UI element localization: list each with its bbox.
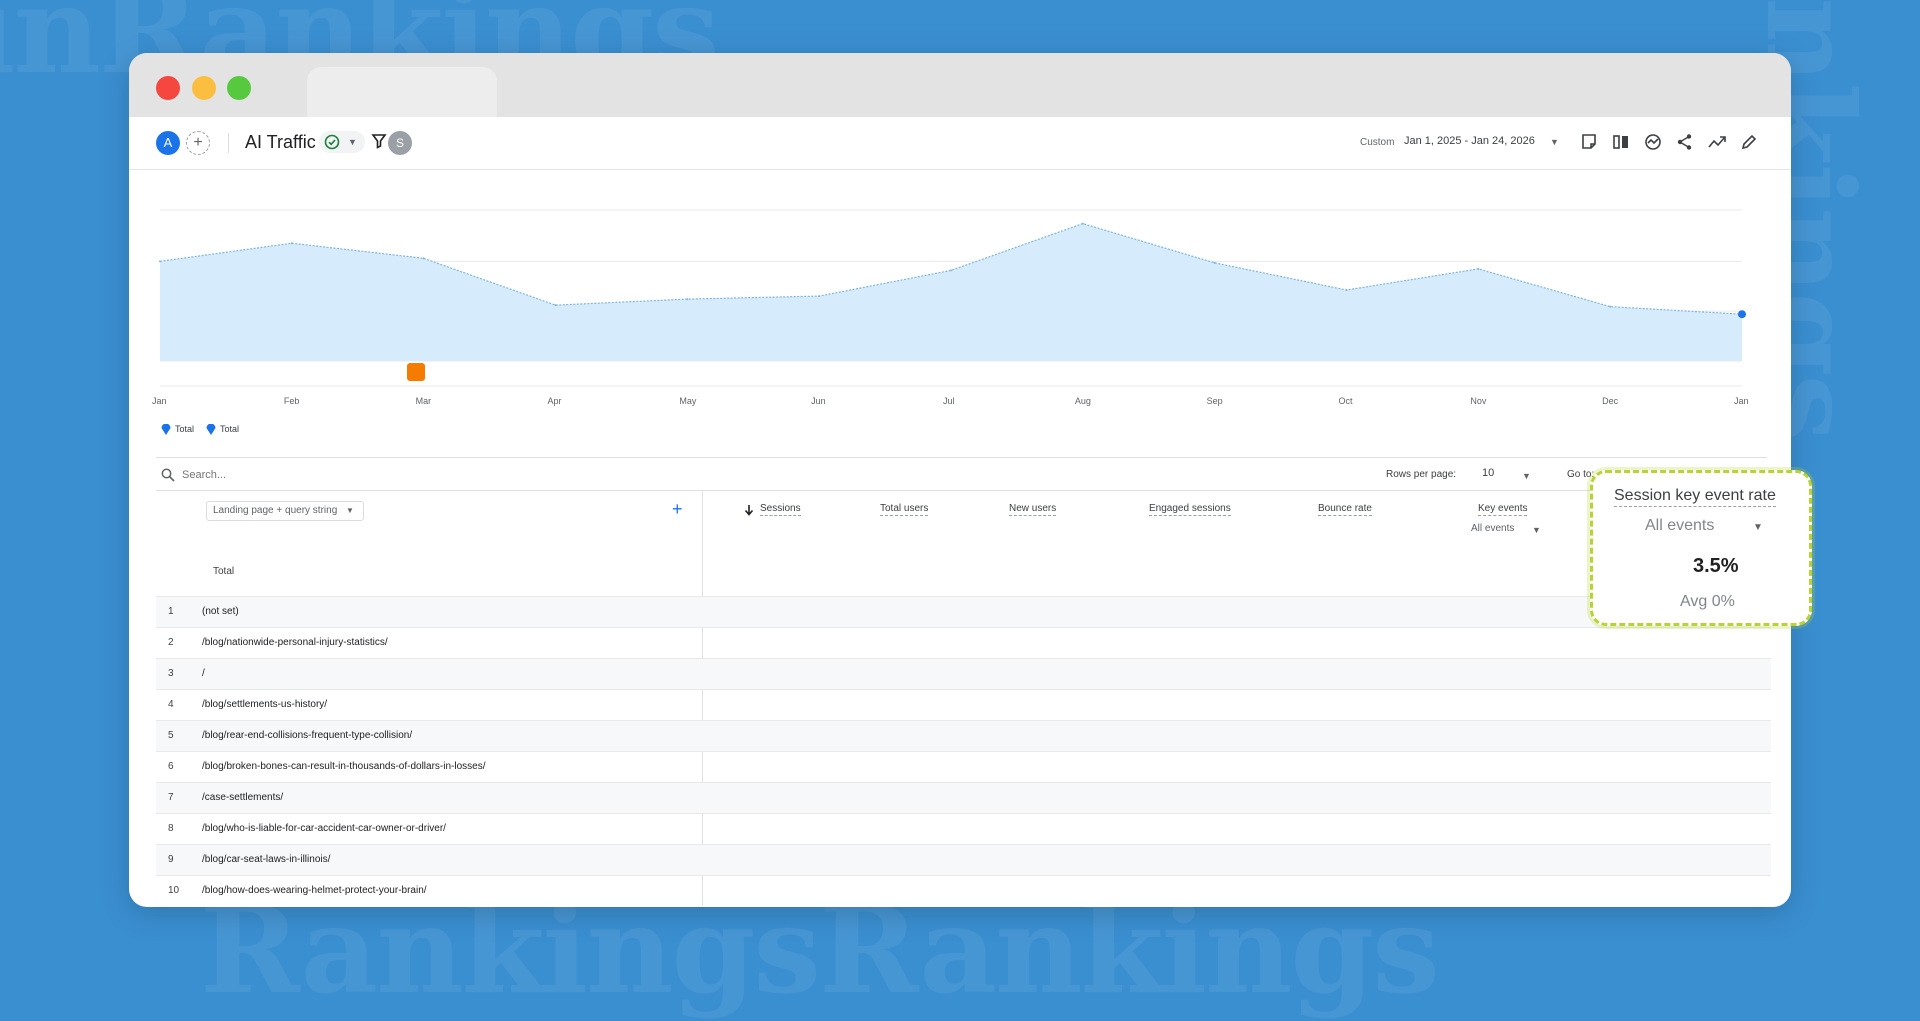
data-point[interactable] — [686, 298, 689, 301]
column-header-engaged-sessions[interactable]: Engaged sessions — [1149, 503, 1231, 516]
landing-page-link[interactable]: /blog/who-is-liable-for-car-accident-car… — [202, 823, 446, 834]
data-point[interactable] — [1213, 261, 1216, 264]
row-number: 4 — [168, 699, 174, 710]
table-row[interactable]: 1 (not set) — [156, 596, 1771, 627]
dimension-select[interactable]: Landing page + query string ▼ — [206, 501, 364, 521]
callout-title[interactable]: Session key event rate — [1614, 487, 1776, 507]
sort-descending-icon[interactable] — [744, 504, 754, 516]
x-tick-label: Oct — [1338, 396, 1353, 406]
table-row[interactable]: 3/ — [156, 658, 1771, 689]
landing-page-link[interactable]: / — [202, 668, 205, 679]
x-tick-label: Nov — [1470, 396, 1487, 406]
legend-marker-icon — [161, 424, 171, 435]
chevron-down-icon[interactable]: ▼ — [1753, 522, 1763, 533]
x-tick-label: Mar — [415, 396, 432, 406]
x-tick-label: Apr — [547, 396, 562, 406]
data-point[interactable] — [818, 295, 821, 298]
total-row-label: Total — [213, 566, 235, 577]
legend-marker-icon — [206, 424, 216, 435]
x-tick-label: Feb — [283, 396, 300, 406]
table-row[interactable]: 4/blog/settlements-us-history/ — [156, 689, 1771, 720]
legend-label: Total — [175, 424, 195, 434]
data-point[interactable] — [159, 260, 161, 263]
x-tick-label: May — [679, 396, 697, 406]
landing-page-link[interactable]: /blog/how-does-wearing-helmet-protect-yo… — [202, 885, 427, 896]
search-input[interactable] — [180, 464, 484, 486]
key-events-filter[interactable]: All events — [1471, 523, 1514, 534]
go-to-label: Go to: — [1567, 469, 1595, 480]
row-number: 2 — [168, 637, 174, 648]
table-row[interactable]: 10/blog/how-does-wearing-helmet-protect-… — [156, 875, 1771, 906]
chevron-down-icon[interactable]: ▼ — [1522, 471, 1531, 481]
data-point[interactable] — [422, 257, 425, 260]
row-number: 9 — [168, 854, 174, 865]
divider — [156, 490, 1767, 491]
table-row[interactable]: 8/blog/who-is-liable-for-car-accident-ca… — [156, 813, 1771, 844]
landing-page-link[interactable]: /blog/rear-end-collisions-frequent-type-… — [202, 730, 412, 741]
table-row[interactable]: 6/blog/broken-bones-can-result-in-thousa… — [156, 751, 1771, 782]
row-number: 1 — [168, 606, 174, 617]
data-point[interactable] — [1609, 305, 1612, 308]
x-tick-label: Aug — [1074, 396, 1091, 406]
row-number: 3 — [168, 668, 174, 679]
table-row[interactable]: 9/blog/car-seat-laws-in-illinois/ — [156, 844, 1771, 875]
data-point[interactable] — [1477, 267, 1480, 270]
rows-per-page-label: Rows per page: — [1386, 469, 1457, 480]
data-point[interactable] — [290, 242, 293, 245]
data-point[interactable] — [950, 269, 952, 272]
column-header-key-events[interactable]: Key events — [1478, 503, 1528, 516]
column-header-sessions[interactable]: Sessions — [760, 503, 801, 516]
row-number: 7 — [168, 792, 174, 803]
series-area — [160, 223, 1742, 361]
x-tick-label: Jul — [943, 396, 955, 406]
divider — [156, 457, 1767, 458]
landing-page-link[interactable]: (not set) — [202, 606, 239, 617]
chevron-down-icon: ▼ — [346, 506, 354, 515]
landing-page-link[interactable]: /blog/nationwide-personal-injury-statist… — [202, 637, 388, 648]
table-row[interactable]: 5/blog/rear-end-collisions-frequent-type… — [156, 720, 1771, 751]
legend-label: Total — [220, 424, 240, 434]
column-header-bounce-rate[interactable]: Bounce rate — [1318, 503, 1372, 516]
rows-per-page-select[interactable]: 10 — [1482, 467, 1494, 479]
callout-event-filter[interactable]: All events — [1645, 517, 1714, 535]
table-row[interactable]: 2/blog/nationwide-personal-injury-statis… — [156, 627, 1771, 658]
session-key-event-rate-callout: Session key event rate All events ▼ 3.5%… — [1590, 470, 1812, 626]
chevron-down-icon[interactable]: ▼ — [1532, 525, 1541, 535]
x-tick-label: Jun — [811, 396, 826, 406]
add-dimension-button[interactable]: + — [672, 499, 683, 520]
table-row[interactable]: 7/case-settlements/ — [156, 782, 1771, 813]
callout-value: 3.5% — [1693, 555, 1739, 577]
x-tick-label: Sep — [1206, 396, 1223, 406]
dimension-select-label: Landing page + query string — [213, 505, 338, 516]
landing-page-link[interactable]: /case-settlements/ — [202, 792, 283, 803]
x-tick-label: Dec — [1602, 396, 1619, 406]
annotation-icon[interactable] — [407, 363, 425, 381]
search-icon — [161, 468, 175, 482]
landing-page-link[interactable]: /blog/broken-bones-can-result-in-thousan… — [202, 761, 485, 772]
landing-page-link[interactable]: /blog/settlements-us-history/ — [202, 699, 327, 710]
row-number: 8 — [168, 823, 174, 834]
data-point[interactable] — [1738, 310, 1746, 319]
landing-page-link[interactable]: /blog/car-seat-laws-in-illinois/ — [202, 854, 330, 865]
data-point[interactable] — [1345, 289, 1348, 292]
data-point[interactable] — [1081, 222, 1084, 225]
row-number: 6 — [168, 761, 174, 772]
x-tick-label: Jan — [152, 396, 167, 406]
callout-average: Avg 0% — [1680, 593, 1735, 610]
row-number: 5 — [168, 730, 174, 741]
data-point[interactable] — [554, 304, 557, 307]
column-header-total-users[interactable]: Total users — [880, 503, 929, 516]
column-header-new-users[interactable]: New users — [1009, 503, 1057, 516]
row-number: 10 — [168, 885, 180, 896]
x-tick-label: Jan — [1734, 396, 1749, 406]
